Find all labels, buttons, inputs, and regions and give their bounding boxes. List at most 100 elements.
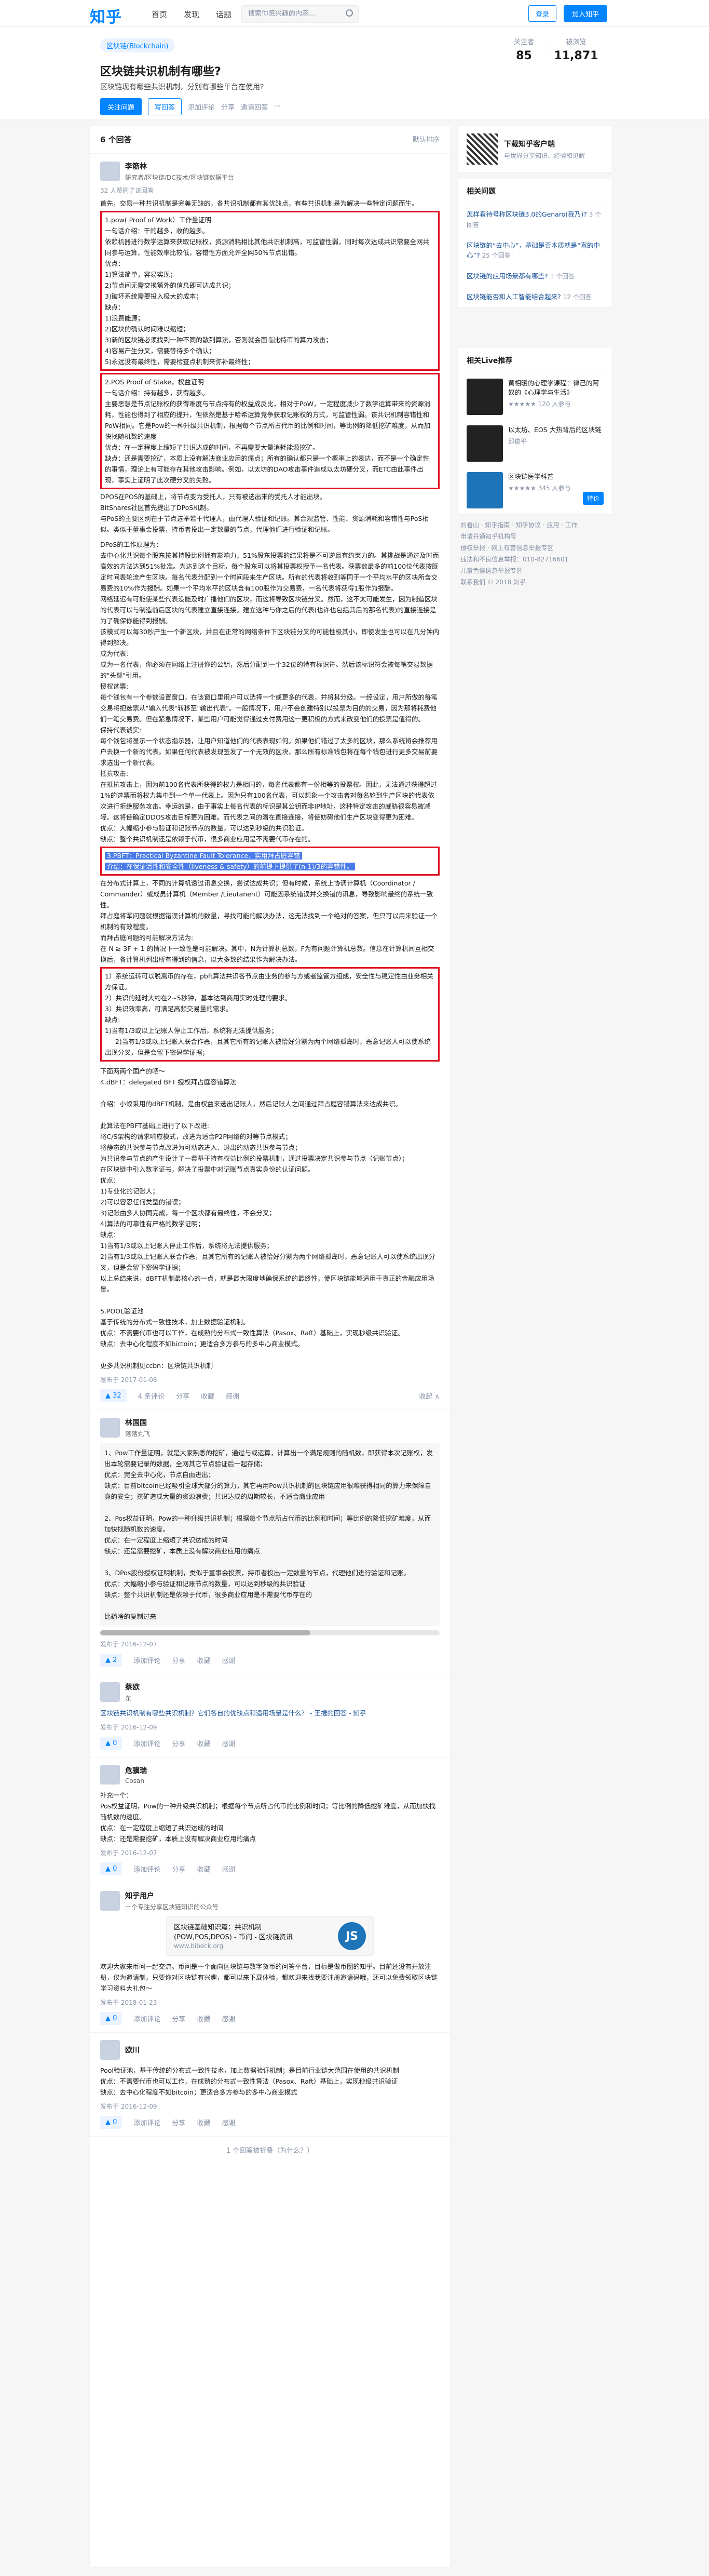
live-name[interactable]: 以太坊、EOS 大热背后的区块链 bbox=[508, 425, 602, 435]
author-name[interactable]: 知乎用户 bbox=[125, 1890, 219, 1901]
related-question-text[interactable]: 区块链的应用场景都有哪些? bbox=[467, 272, 548, 280]
collect-action[interactable]: 收藏 bbox=[201, 1391, 214, 1401]
comment-action[interactable]: 添加评论 bbox=[133, 1864, 160, 1874]
live-name[interactable]: 黄相暖的心理学课程：律己的阿奴的《心理学与生活》 bbox=[508, 379, 604, 397]
invite-answer-action[interactable]: 邀请回答 bbox=[241, 102, 268, 112]
publish-date[interactable]: 发布于 2016-12-07 bbox=[100, 1640, 440, 1648]
link-card[interactable]: 区块链基础知识篇：共识机制 (POW,POS,DPOS) - 币问 - 区块链资… bbox=[166, 1916, 374, 1956]
author-name[interactable]: 欧川 bbox=[125, 2045, 140, 2055]
author-name[interactable]: 林国国 bbox=[125, 1417, 150, 1428]
live-name[interactable]: 区块链医学科普 bbox=[508, 472, 570, 481]
share-action[interactable]: 分享 bbox=[172, 2117, 185, 2127]
upvote-button[interactable]: ▲ 0 bbox=[100, 2012, 122, 2025]
nav-topics[interactable]: 话题 bbox=[216, 9, 231, 20]
join-button[interactable]: 加入知乎 bbox=[564, 5, 607, 22]
thank-action[interactable]: 感谢 bbox=[222, 2117, 235, 2127]
live-item[interactable]: 区块链医学科普 ★★★★★ 345 人参与 特价 bbox=[458, 467, 612, 514]
thank-action[interactable]: 感谢 bbox=[222, 1864, 235, 1874]
author-name[interactable]: 蔡欧 bbox=[125, 1682, 140, 1692]
upvote-button[interactable]: ▲ 2 bbox=[100, 1654, 122, 1667]
avatar[interactable] bbox=[100, 2040, 120, 2060]
publish-date[interactable]: 发布于 2017-01-08 bbox=[100, 1375, 440, 1384]
answer-content: 1、Pow工作量证明，就是大家熟悉的挖矿，通过与或运算，计算出一个满足规则的随机… bbox=[100, 1443, 440, 1626]
collapsed-answers-link[interactable]: 1 个回答被折叠（为什么？） bbox=[90, 2137, 450, 2163]
collect-action[interactable]: 收藏 bbox=[197, 1864, 210, 1874]
share-action[interactable]: 分享 bbox=[172, 1738, 185, 1748]
collect-action[interactable]: 收藏 bbox=[197, 2117, 210, 2127]
live-cover bbox=[467, 379, 503, 415]
collect-action[interactable]: 收藏 bbox=[197, 1738, 210, 1748]
related-question-item[interactable]: 区块链能否和人工智能结合起来? 12 个回答 bbox=[458, 287, 612, 307]
author-name[interactable]: 危骥瑞 bbox=[125, 1765, 147, 1776]
followers-stat[interactable]: 关注者 85 bbox=[498, 36, 550, 62]
avatar[interactable] bbox=[100, 1682, 120, 1702]
avatar[interactable] bbox=[100, 1418, 120, 1438]
related-question-count: 25 个回答 bbox=[482, 252, 511, 259]
question-actions: 关注问题 写回答 添加评论 分享 邀请回答 ··· bbox=[100, 98, 280, 115]
search-icon[interactable] bbox=[346, 9, 353, 17]
comment-action[interactable]: 4 条评论 bbox=[138, 1391, 165, 1401]
avatar[interactable] bbox=[100, 162, 120, 181]
share-action[interactable]: 分享 bbox=[172, 2014, 185, 2023]
publish-date[interactable]: 发布于 2016-12-09 bbox=[100, 1723, 440, 1732]
related-question-text[interactable]: 区块链能否和人工智能结合起来? bbox=[467, 293, 561, 301]
related-questions: 相关问题 怎样看待号称区块链3.0的Genaro(我乃)? 3 个回答 区块链的… bbox=[458, 179, 612, 307]
more-action[interactable]: ··· bbox=[274, 103, 280, 111]
horizontal-scrollbar[interactable] bbox=[100, 1630, 440, 1635]
topic-tag[interactable]: 区块链(Blockchain) bbox=[100, 38, 175, 52]
thank-action[interactable]: 感谢 bbox=[222, 2014, 235, 2023]
search-input[interactable]: 搜索你感兴趣的内容... bbox=[241, 5, 359, 23]
collect-action[interactable]: 收藏 bbox=[197, 1655, 210, 1665]
publish-date[interactable]: 发布于 2016-12-07 bbox=[100, 1848, 440, 1857]
avatar[interactable] bbox=[100, 1765, 120, 1785]
publish-date[interactable]: 发布于 2016-12-09 bbox=[100, 2102, 440, 2111]
answer-link[interactable]: 区块链共识机制有哪些共识机制？它们各自的优缺点和适用场景是什么？ - 王捷的回答… bbox=[100, 1708, 440, 1719]
live-special-button[interactable]: 特价 bbox=[582, 492, 604, 505]
zhihu-logo[interactable]: 知乎 bbox=[90, 4, 122, 27]
followers-count: 85 bbox=[516, 49, 532, 62]
upvote-button[interactable]: ▲ 0 bbox=[100, 1862, 122, 1875]
download-app-card[interactable]: 下载知乎客户端 与世界分享知识、经验和见解 bbox=[458, 126, 612, 172]
nav-home[interactable]: 首页 bbox=[152, 9, 167, 20]
author-bio: 研究者/区块链/DC技术/区块链数据平台 bbox=[125, 174, 234, 181]
comment-action[interactable]: 添加评论 bbox=[133, 1738, 160, 1748]
upvote-button[interactable]: ▲ 0 bbox=[100, 1737, 122, 1750]
live-item[interactable]: 以太坊、EOS 大热背后的区块链 邱俊平 bbox=[458, 420, 612, 467]
answer-actions: ▲ 32 4 条评论 分享 收藏 感谢 收起 ∧ bbox=[100, 1389, 440, 1405]
thank-action[interactable]: 感谢 bbox=[222, 1655, 235, 1665]
login-button[interactable]: 登录 bbox=[528, 5, 556, 22]
comment-action[interactable]: 添加评论 bbox=[133, 1655, 160, 1665]
share-action[interactable]: 分享 bbox=[172, 1655, 185, 1665]
publish-date[interactable]: 发布于 2018-01-23 bbox=[100, 1998, 440, 2007]
related-question-item[interactable]: 区块链的应用场景都有哪些? 1 个回答 bbox=[458, 266, 612, 287]
related-question-item[interactable]: 区块链的“去中心”，基础是否本质就是“寡的中心”? 25 个回答 bbox=[458, 235, 612, 266]
live-item[interactable]: 黄相暖的心理学课程：律己的阿奴的《心理学与生活》 ★★★★★ 120 人参与 bbox=[458, 373, 612, 420]
question-description: 区块链现有哪些共识机制，分别有哪些平台在使用? bbox=[100, 83, 264, 91]
sort-selector[interactable]: 默认排序 bbox=[413, 134, 440, 145]
author-name[interactable]: 李筋林 bbox=[125, 161, 234, 171]
nav-links: 首页 发现 话题 bbox=[152, 9, 231, 20]
share-action[interactable]: 分享 bbox=[221, 102, 235, 112]
download-subtitle: 与世界分享知识、经验和见解 bbox=[504, 152, 585, 159]
thank-action[interactable]: 感谢 bbox=[222, 1738, 235, 1748]
scrollbar-thumb[interactable] bbox=[100, 1630, 311, 1635]
related-question-item[interactable]: 怎样看待号称区块链3.0的Genaro(我乃)? 3 个回答 bbox=[458, 204, 612, 235]
related-question-text[interactable]: 怎样看待号称区块链3.0的Genaro(我乃)? bbox=[467, 210, 587, 218]
related-question-count: 1 个回答 bbox=[550, 273, 575, 280]
comment-action[interactable]: 添加评论 bbox=[133, 2014, 160, 2023]
add-comment-action[interactable]: 添加评论 bbox=[188, 102, 215, 112]
upvote-button[interactable]: ▲ 0 bbox=[100, 2116, 122, 2129]
collect-action[interactable]: 收藏 bbox=[197, 2014, 210, 2023]
collapse-action[interactable]: 收起 ∧ bbox=[419, 1391, 440, 1401]
write-answer-button[interactable]: 写回答 bbox=[148, 98, 182, 115]
js-logo-icon: JS bbox=[338, 1922, 366, 1950]
nav-discover[interactable]: 发现 bbox=[184, 9, 199, 20]
upvote-button[interactable]: ▲ 32 bbox=[100, 1389, 127, 1402]
follow-question-button[interactable]: 关注问题 bbox=[100, 98, 142, 115]
share-action[interactable]: 分享 bbox=[172, 1864, 185, 1874]
avatar[interactable] bbox=[100, 1891, 120, 1911]
share-action[interactable]: 分享 bbox=[176, 1391, 189, 1401]
dpos-intro: DPOS在POS的基础上，将节点变为受托人，只有被选出来的受托人才能出块。 Bi… bbox=[100, 493, 429, 533]
comment-action[interactable]: 添加评论 bbox=[133, 2117, 160, 2127]
thank-action[interactable]: 感谢 bbox=[226, 1391, 239, 1401]
